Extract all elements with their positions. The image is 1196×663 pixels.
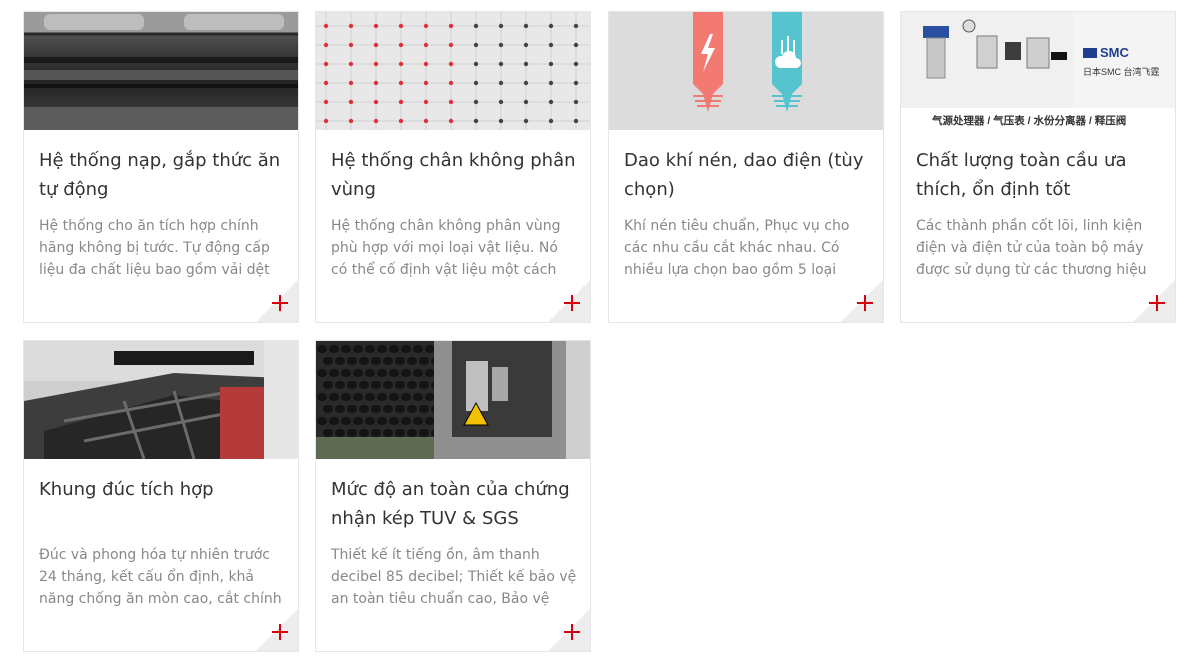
feature-title: Dao khí nén, dao điện (tùy chọn): [624, 150, 864, 200]
safety-certification-image: [316, 341, 590, 459]
feature-card[interactable]: Hệ thống nạp, gắp thức ăn tự động Hệ thố…: [23, 11, 299, 323]
expand-plus-icon[interactable]: [270, 622, 290, 642]
feature-description: Hệ thống chân không phân vùng phù hợp vớ…: [331, 218, 561, 278]
feature-card[interactable]: Dao khí nén, dao điện (tùy chọn) Khí nén…: [608, 11, 884, 323]
feature-card[interactable]: Hệ thống chân không phân vùng Hệ thống c…: [315, 11, 591, 323]
feature-description: Khí nén tiêu chuẩn, Phục vụ cho các nhu …: [624, 218, 850, 278]
feature-card[interactable]: Mức độ an toàn của chứng nhận kép TUV & …: [315, 340, 591, 652]
feature-title: Mức độ an toàn của chứng nhận kép TUV & …: [331, 479, 570, 529]
cast-frame-image: [24, 341, 298, 459]
smc-components-image: SMC 日本SMC 台湾飞霆 气源处理器 / 气压表 / 水份分离器 / 释压阀: [901, 12, 1175, 130]
feature-title: Hệ thống chân không phân vùng: [331, 150, 576, 200]
knife-options-image: [609, 12, 883, 130]
feature-description: Hệ thống cho ăn tích hợp chính hãng khôn…: [39, 218, 270, 278]
feature-card[interactable]: SMC 日本SMC 台湾飞霆 气源处理器 / 气压表 / 水份分离器 / 释压阀…: [900, 11, 1176, 323]
feature-description: Thiết kế ít tiếng ồn, âm thanh decibel 8…: [331, 547, 577, 607]
smc-brand-text: SMC: [1100, 45, 1130, 60]
feature-description: Các thành phần cốt lõi, linh kiện điện v…: [916, 218, 1147, 278]
feature-title: Chất lượng toàn cầu ưa thích, ổn định tố…: [916, 150, 1127, 200]
expand-plus-icon[interactable]: [562, 622, 582, 642]
feature-title: Hệ thống nạp, gắp thức ăn tự động: [39, 150, 281, 200]
smc-caption-text: 气源处理器 / 气压表 / 水份分离器 / 释压阀: [931, 114, 1126, 127]
vacuum-system-image: [316, 12, 590, 130]
expand-plus-icon[interactable]: [562, 293, 582, 313]
smc-sub-text: 日本SMC 台湾飞霆: [1083, 66, 1160, 77]
expand-plus-icon[interactable]: [1147, 293, 1167, 313]
feature-card[interactable]: Khung đúc tích hợp Đúc và phong hóa tự n…: [23, 340, 299, 652]
expand-plus-icon[interactable]: [270, 293, 290, 313]
feature-title: Khung đúc tích hợp: [39, 479, 214, 500]
expand-plus-icon[interactable]: [855, 293, 875, 313]
feature-description: Đúc và phong hóa tự nhiên trước 24 tháng…: [39, 547, 282, 607]
feeding-system-image: [24, 12, 298, 130]
